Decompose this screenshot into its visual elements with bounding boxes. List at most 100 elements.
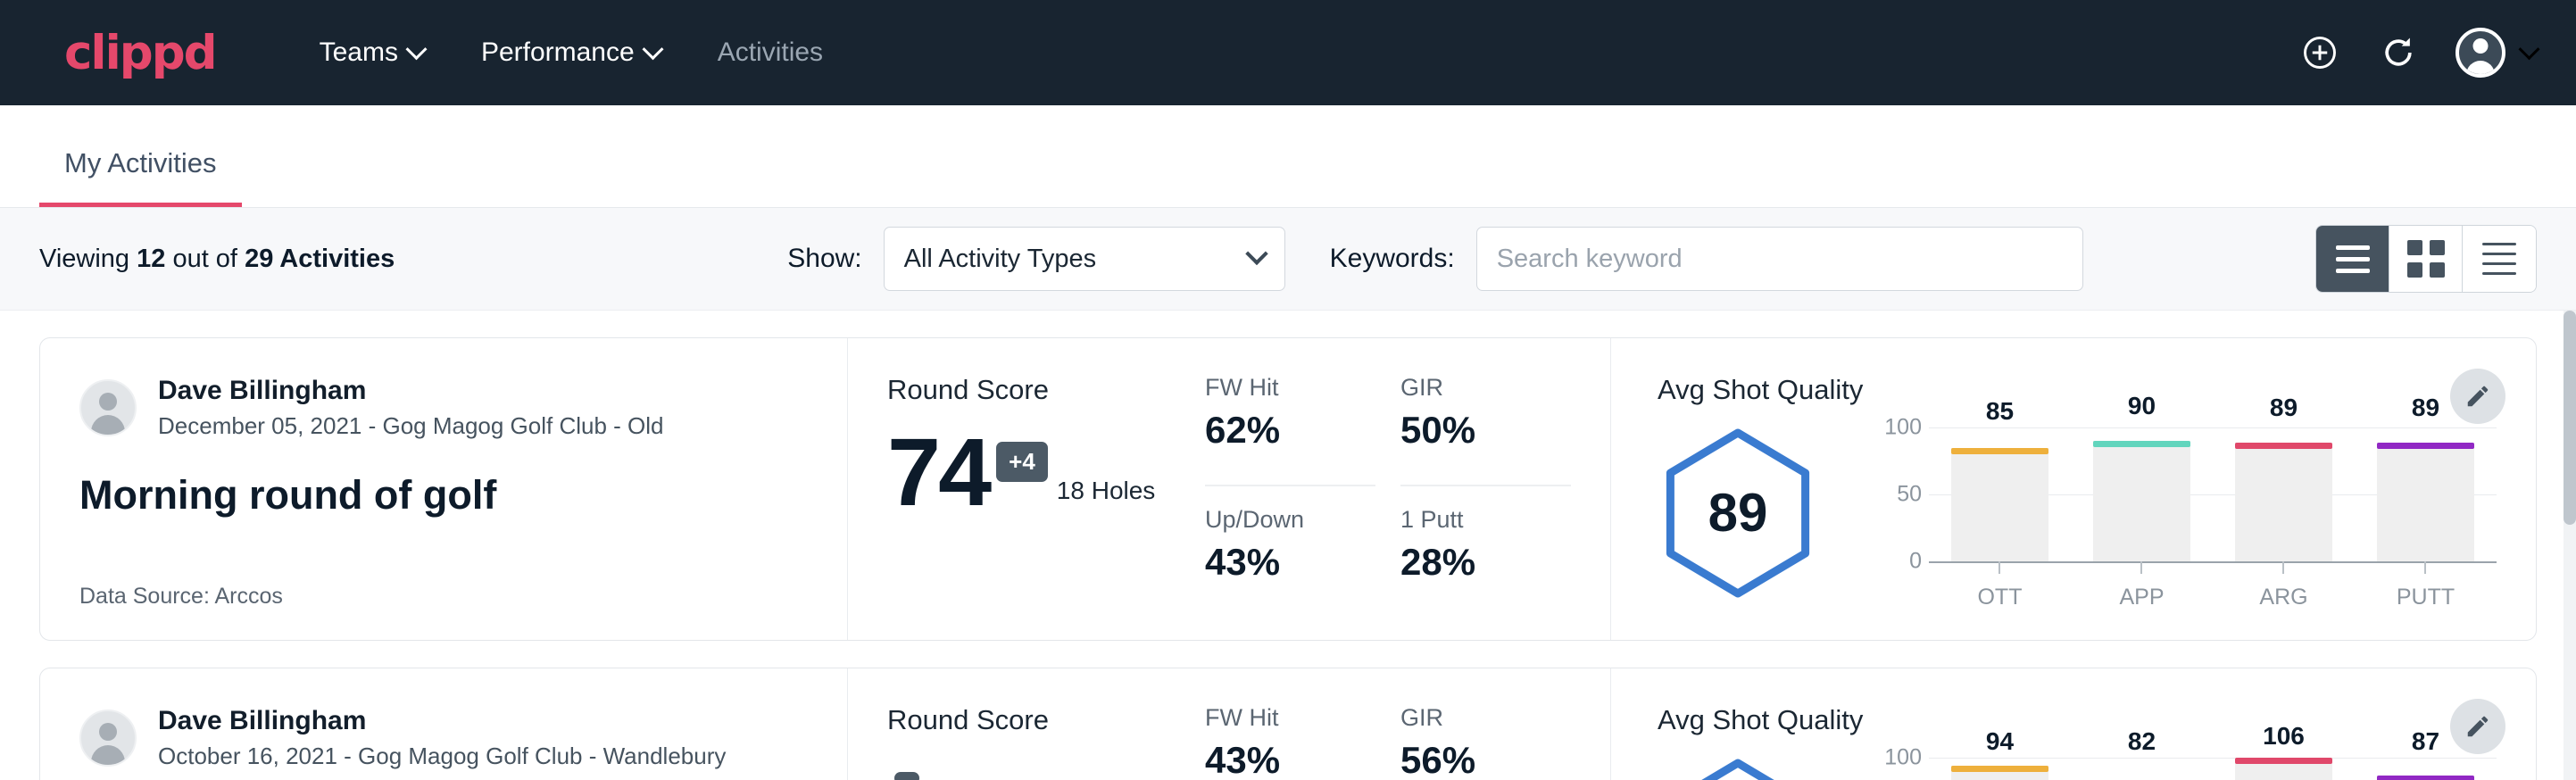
bar-rect	[2235, 758, 2331, 780]
main-nav: Teams Performance Activities	[291, 25, 852, 80]
activity-user-row: Dave Billingham December 05, 2021 - Gog …	[79, 374, 808, 442]
bar-rect	[2377, 776, 2473, 780]
activity-card[interactable]: Dave Billingham October 16, 2021 - Gog M…	[39, 668, 2537, 780]
search-input[interactable]	[1497, 245, 2063, 274]
refresh-button[interactable]	[2377, 31, 2420, 74]
bar-cap	[2377, 443, 2473, 449]
chevron-down-icon	[405, 38, 427, 60]
bar-rect	[1951, 766, 2048, 780]
nav-item-activities[interactable]: Activities	[689, 25, 852, 80]
bar-rect	[1951, 448, 2048, 562]
bar-value: 90	[2128, 392, 2156, 420]
round-stats-column: FW Hit 43% GIR 56% Up/Down 1 Putt	[1205, 668, 1611, 780]
bar-cap	[1951, 448, 2048, 454]
shot-quality-chart: 100 50 0 94	[1870, 758, 2497, 780]
hexagon-icon	[1658, 755, 1818, 780]
nav-label-teams: Teams	[320, 37, 398, 68]
keywords-filter-group: Keywords:	[1330, 227, 2083, 291]
stat-label: 1 Putt	[1400, 506, 1571, 534]
user-name: Dave Billingham	[158, 374, 664, 408]
pencil-icon	[2464, 713, 2491, 740]
activity-type-value: All Activity Types	[904, 245, 1096, 274]
stat-label: GIR	[1400, 374, 1571, 402]
bar-value: 94	[1986, 727, 2014, 756]
avg-shot-quality-column: Avg Shot Quality 89 100 50 0	[1611, 338, 2536, 640]
avg-shot-quality-label: Avg Shot Quality	[1658, 704, 2497, 736]
view-mode-grid[interactable]	[2389, 226, 2463, 292]
add-activity-button[interactable]	[2298, 31, 2341, 74]
stat-gir: GIR 56%	[1400, 704, 1571, 780]
activity-user-row: Dave Billingham October 16, 2021 - Gog M…	[79, 704, 808, 772]
round-score-row	[887, 758, 1205, 780]
user-name: Dave Billingham	[158, 704, 726, 738]
filter-toolbar: Viewing 12 out of 29 Activities Show: Al…	[0, 208, 2576, 311]
view-mode-toggle-group	[2315, 225, 2537, 293]
page-scrollbar[interactable]	[2564, 311, 2576, 780]
edit-activity-button[interactable]	[2450, 369, 2505, 424]
user-menu[interactable]	[2456, 28, 2537, 78]
avatar	[79, 379, 137, 436]
y-tick: 50	[1897, 482, 1922, 508]
stat-value: 50%	[1400, 409, 1571, 452]
quality-hexagon: 89	[1658, 425, 1818, 600]
list-view-icon	[2336, 245, 2370, 273]
keywords-label: Keywords:	[1330, 244, 1455, 274]
viewing-total: 29 Activities	[245, 245, 395, 273]
bar-putt: 89	[2377, 427, 2473, 561]
x-label: ARG	[2235, 585, 2331, 610]
bar-arg: 89	[2235, 427, 2331, 561]
bar-value: 106	[2263, 722, 2305, 751]
activity-info-column: Dave Billingham October 16, 2021 - Gog M…	[40, 668, 848, 780]
avg-shot-quality-body: 100 50 0 94	[1658, 745, 2497, 780]
avatar	[79, 709, 137, 767]
avg-shot-quality-label: Avg Shot Quality	[1658, 374, 2497, 406]
chevron-down-icon	[1245, 243, 1267, 265]
edit-activity-button[interactable]	[2450, 699, 2505, 754]
grid-view-icon	[2407, 240, 2445, 278]
tick	[1951, 561, 2048, 574]
nav-item-teams[interactable]: Teams	[291, 25, 453, 80]
viewing-middle: out of	[172, 245, 237, 273]
tab-label: My Activities	[64, 147, 217, 178]
activity-data-source: Data Source: Arccos	[79, 584, 808, 610]
bar-value: 85	[1986, 397, 2014, 426]
avg-shot-quality-column: Avg Shot Quality 100 50 0	[1611, 668, 2536, 780]
stat-up-down: Up/Down 43%	[1205, 506, 1375, 610]
scrollbar-thumb[interactable]	[2564, 311, 2576, 525]
bar-value: 89	[2412, 394, 2439, 422]
x-label: APP	[2093, 585, 2190, 610]
activity-date-course: December 05, 2021 - Gog Magog Golf Club …	[158, 410, 664, 442]
chevron-down-icon	[642, 38, 663, 60]
view-mode-list[interactable]	[2316, 226, 2389, 292]
activity-type-select[interactable]: All Activity Types	[884, 227, 1285, 291]
user-avatar-icon	[2456, 28, 2505, 78]
search-box[interactable]	[1476, 227, 2083, 291]
chart-bars: 85 90	[1929, 427, 2497, 561]
chart-y-axis: 100 50 0	[1870, 427, 1929, 561]
bar-rect	[2377, 443, 2473, 562]
view-mode-compact[interactable]	[2463, 226, 2536, 292]
shot-quality-chart: 100 50 0 85	[1870, 427, 2497, 597]
chart-x-labels: OTT APP ARG PUTT	[1929, 585, 2497, 610]
round-score-column: Round Score 74 +4 18 Holes	[848, 338, 1205, 640]
avg-shot-quality-body: 89 100 50 0	[1658, 415, 2497, 610]
chart-y-axis: 100 50 0	[1870, 758, 1929, 780]
stat-value: 56%	[1400, 739, 1571, 780]
tab-my-activities[interactable]: My Activities	[39, 147, 242, 207]
stat-label: Up/Down	[1205, 506, 1375, 534]
round-score-value: 74	[887, 427, 989, 516]
app-logo[interactable]: clippd	[64, 26, 216, 80]
stat-value: 43%	[1205, 739, 1375, 780]
bar-cap	[2377, 776, 2473, 780]
quality-hexagon	[1658, 755, 1818, 780]
nav-label-activities: Activities	[718, 37, 823, 68]
compact-view-icon	[2482, 243, 2516, 275]
stat-value: 62%	[1205, 409, 1375, 452]
bar-putt: 87	[2377, 758, 2473, 780]
x-label: PUTT	[2377, 585, 2473, 610]
chart-bars: 94 82	[1929, 758, 2497, 780]
nav-item-performance[interactable]: Performance	[453, 25, 689, 80]
y-tick: 100	[1884, 745, 1922, 771]
activity-card[interactable]: Dave Billingham December 05, 2021 - Gog …	[39, 337, 2537, 641]
tick	[2377, 561, 2473, 574]
